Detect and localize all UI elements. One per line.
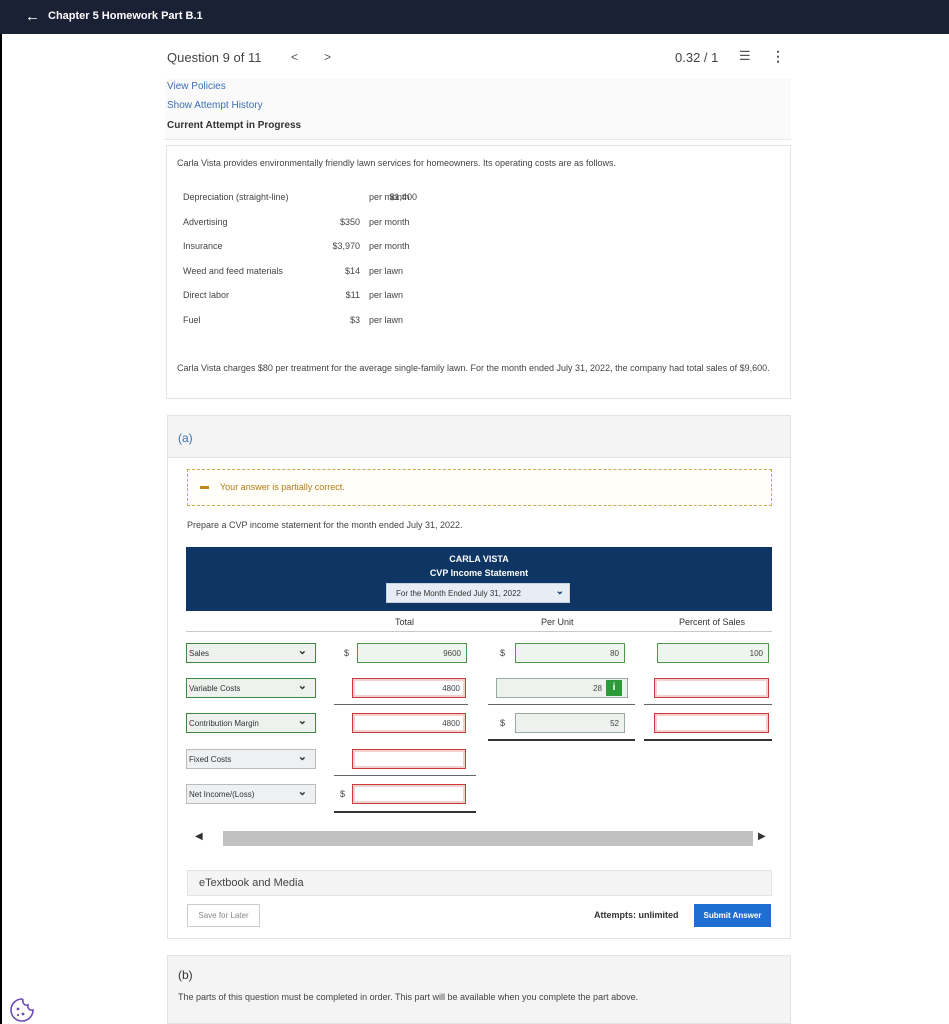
cost-amount: $350 [339, 217, 360, 227]
part-a-panel: (a) Your answer is partially correct. Pr… [167, 415, 791, 939]
attempts-label: Attempts: unlimited [594, 910, 679, 920]
col-header-total: Total [395, 617, 415, 627]
chevron-down-icon: ⌄ [555, 586, 564, 597]
period-dropdown[interactable]: For the Month Ended July 31, 2022 ⌄ [386, 583, 570, 603]
partial-correct-icon [200, 486, 209, 489]
net-income-total-input[interactable] [352, 784, 466, 804]
sales-total-input[interactable]: 9600 [357, 643, 467, 663]
left-edge-divider [0, 34, 2, 1024]
dollar-sign: $ [500, 718, 506, 728]
assignment-title: Chapter 5 Homework Part B.1 [48, 10, 203, 22]
attempt-info-box: View Policies Show Attempt History Curre… [165, 79, 791, 140]
cost-unit: per lawn [369, 315, 404, 325]
problem-intro: Carla Vista provides environmentally fri… [177, 158, 617, 168]
cost-item-label: Fuel [183, 315, 201, 325]
cost-unit: per month [369, 192, 410, 202]
info-icon[interactable]: i [606, 680, 622, 696]
top-bar: ← Chapter 5 Homework Part B.1 [0, 0, 949, 34]
row-label: Net Income/(Loss) [189, 790, 255, 799]
cost-unit: per lawn [369, 290, 404, 300]
row-label: Contribution Margin [189, 719, 259, 728]
submit-answer-button[interactable]: Submit Answer [694, 904, 771, 927]
statement-title: CVP Income Statement [429, 568, 529, 578]
chevron-down-icon: ⌄ [297, 751, 307, 763]
row-label-select-contribution-margin[interactable]: Contribution Margin ⌄ [186, 713, 316, 733]
list-icon[interactable]: ☰ [739, 48, 751, 64]
chevron-down-icon: ⌄ [297, 645, 307, 657]
part-a-header: (a) [168, 416, 790, 458]
arrow-left-icon[interactable]: ← [25, 8, 40, 25]
next-question-button[interactable]: > [324, 50, 331, 64]
cost-item-label: Direct labor [183, 290, 230, 300]
question-position: Question 9 of 11 [167, 50, 262, 65]
underline [334, 704, 468, 705]
question-score: 0.32 / 1 [675, 50, 719, 65]
current-attempt-label: Current Attempt in Progress [167, 120, 302, 131]
contribution-margin-per-unit-input[interactable]: 52 [515, 713, 625, 733]
scroll-left-icon[interactable]: ◀ [195, 831, 203, 842]
problem-statement: Carla Vista provides environmentally fri… [166, 145, 791, 399]
contribution-margin-percent-input[interactable] [654, 713, 769, 733]
row-label: Variable Costs [189, 684, 241, 693]
cost-amount: $11 [345, 290, 360, 300]
part-b-note: The parts of this question must be compl… [178, 992, 639, 1002]
underline [334, 775, 476, 776]
statement-header: CARLA VISTA CVP Income Statement For the… [186, 547, 772, 611]
chevron-down-icon: ⌄ [297, 715, 307, 727]
fixed-costs-total-input[interactable] [352, 749, 466, 769]
sales-per-unit-input[interactable]: 80 [515, 643, 625, 663]
cost-item-label: Insurance [183, 241, 223, 251]
cookie-icon[interactable] [9, 997, 35, 1023]
underline [488, 704, 635, 705]
scroll-right-icon[interactable]: ▶ [758, 831, 766, 842]
part-a-label: (a) [178, 431, 193, 445]
horizontal-scrollbar[interactable]: ◀ ▶ [186, 828, 772, 848]
previous-question-button[interactable]: < [291, 50, 298, 64]
double-underline [644, 739, 772, 741]
part-a-prompt: Prepare a CVP income statement for the m… [187, 520, 463, 530]
cost-unit: per lawn [369, 266, 404, 276]
chevron-down-icon: ⌄ [297, 786, 307, 798]
cost-unit: per month [369, 217, 410, 227]
variable-costs-total-input[interactable]: 4800 [352, 678, 466, 698]
underline [644, 704, 772, 705]
part-b-label: (b) [178, 968, 193, 982]
row-label: Sales [189, 649, 210, 658]
contribution-margin-total-input[interactable]: 4800 [352, 713, 466, 733]
row-label-select-net-income[interactable]: Net Income/(Loss) ⌄ [186, 784, 316, 804]
cost-amount: $3,970 [332, 241, 360, 251]
problem-charges: Carla Vista charges $80 per treatment fo… [177, 363, 770, 373]
feedback-banner: Your answer is partially correct. [187, 469, 772, 506]
dollar-sign: $ [500, 648, 506, 658]
show-attempt-history-link[interactable]: Show Attempt History [167, 100, 263, 111]
row-label-select-variable-costs[interactable]: Variable Costs ⌄ [186, 678, 316, 698]
sales-percent-input[interactable]: 100 [657, 643, 769, 663]
cost-item-label: Advertising [183, 217, 228, 227]
chevron-down-icon: ⌄ [297, 680, 307, 692]
dollar-sign: $ [340, 789, 346, 799]
row-label: Fixed Costs [189, 755, 232, 764]
etextbook-media-section[interactable]: eTextbook and Media [187, 870, 772, 896]
row-label-select-fixed-costs[interactable]: Fixed Costs ⌄ [186, 749, 316, 769]
row-label-select-sales[interactable]: Sales ⌄ [186, 643, 316, 663]
dollar-sign: $ [344, 648, 350, 658]
period-value: For the Month Ended July 31, 2022 [396, 589, 521, 598]
cost-unit: per month [369, 241, 410, 251]
cost-amount: $14 [344, 266, 360, 276]
question-nav-bar: Question 9 of 11 < > 0.32 / 1 ☰ ⋮ [167, 44, 791, 78]
double-underline [334, 811, 476, 813]
scrollbar-thumb[interactable] [223, 831, 753, 846]
double-underline [488, 739, 635, 741]
view-policies-link[interactable]: View Policies [167, 81, 226, 92]
part-b-panel: (b) The parts of this question must be c… [167, 955, 791, 1024]
col-header-per-unit: Per Unit [541, 617, 574, 627]
save-for-later-button[interactable]: Save for Later [187, 904, 260, 927]
more-vertical-icon[interactable]: ⋮ [771, 48, 785, 65]
feedback-text: Your answer is partially correct. [220, 482, 345, 492]
company-name: CARLA VISTA [449, 554, 509, 564]
variable-costs-percent-input[interactable] [654, 678, 769, 698]
cost-amount: $3 [349, 315, 360, 325]
header-divider [186, 631, 772, 632]
col-header-percent: Percent of Sales [679, 617, 746, 627]
